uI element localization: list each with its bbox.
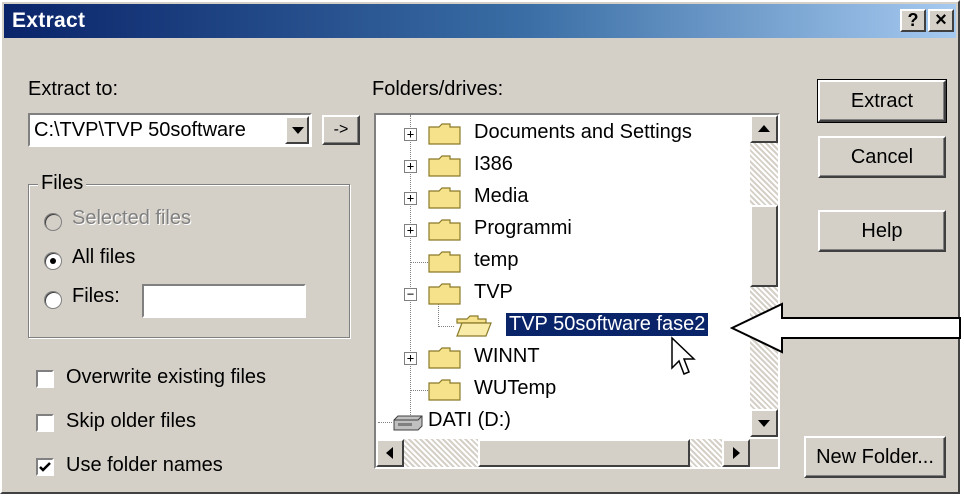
tree-item-dati-drive[interactable]: DATI (D:) bbox=[376, 406, 756, 438]
context-help-button[interactable]: ? bbox=[900, 9, 926, 32]
folder-icon bbox=[428, 219, 461, 241]
tree-item-tvp[interactable]: − TVP bbox=[376, 278, 756, 310]
expand-icon[interactable]: + bbox=[404, 160, 417, 173]
checkbox-use-folder-names[interactable] bbox=[36, 458, 54, 476]
tree-item-label-selected: TVP 50software fase2 bbox=[504, 312, 710, 337]
extract-button[interactable]: Extract bbox=[817, 79, 947, 123]
drive-icon bbox=[393, 415, 423, 431]
radio-dot-icon bbox=[50, 258, 56, 264]
collapse-icon[interactable]: − bbox=[404, 288, 417, 301]
checkbox-overwrite[interactable] bbox=[36, 370, 54, 388]
title-bar[interactable]: Extract ? × bbox=[4, 4, 956, 38]
scrollbar-corner bbox=[750, 439, 778, 467]
checkbox-overwrite-label: Overwrite existing files bbox=[66, 366, 267, 388]
radio-selected-files-label: Selected files bbox=[72, 207, 191, 229]
radio-files-label: Files: bbox=[72, 285, 120, 307]
tree-guide-line bbox=[410, 390, 428, 391]
open-folder-icon bbox=[456, 315, 492, 337]
tree-item-label: WUTemp bbox=[474, 377, 557, 399]
horizontal-scroll-thumb[interactable] bbox=[478, 439, 690, 467]
folder-icon bbox=[428, 283, 461, 305]
folder-icon bbox=[428, 187, 461, 209]
folders-drives-label: Folders/drives: bbox=[372, 78, 504, 100]
tree-guide-line bbox=[410, 262, 428, 263]
extract-dialog: Extract ? × Extract to: C:\TVP\TVP 50sof… bbox=[0, 0, 961, 494]
tree-item-i386[interactable]: + I386 bbox=[376, 150, 756, 182]
horizontal-scrollbar[interactable] bbox=[376, 439, 750, 467]
folder-icon bbox=[428, 251, 461, 273]
folder-icon bbox=[428, 347, 461, 369]
checkbox-skip-older-label: Skip older files bbox=[66, 410, 197, 432]
folder-icon bbox=[428, 123, 461, 145]
tree-item-documents-and-settings[interactable]: + Documents and Settings bbox=[376, 118, 756, 150]
tree-item-label: DATI (D:) bbox=[428, 409, 511, 431]
vertical-scroll-thumb[interactable] bbox=[750, 205, 778, 287]
radio-all-files-label: All files bbox=[72, 246, 136, 268]
extract-path-value: C:\TVP\TVP 50software bbox=[34, 119, 246, 141]
close-button[interactable]: × bbox=[928, 9, 954, 32]
tree-item-label: temp bbox=[474, 249, 519, 271]
chevron-down-icon[interactable] bbox=[285, 116, 309, 144]
scroll-right-arrow-icon[interactable] bbox=[722, 439, 750, 467]
scroll-up-arrow-icon[interactable] bbox=[750, 115, 778, 143]
mouse-cursor-icon bbox=[671, 336, 696, 375]
radio-files[interactable] bbox=[44, 291, 62, 309]
tree-item-label: TVP bbox=[474, 281, 513, 303]
go-to-path-button[interactable]: -> bbox=[322, 115, 360, 145]
vertical-scrollbar[interactable] bbox=[750, 115, 778, 437]
pointer-arrow-icon bbox=[730, 302, 961, 354]
tree-item-temp[interactable]: temp bbox=[376, 246, 756, 278]
new-folder-button[interactable]: New Folder... bbox=[804, 436, 946, 478]
tree-item-label: Programmi bbox=[474, 217, 572, 239]
window-title: Extract bbox=[12, 9, 86, 32]
folder-icon bbox=[428, 155, 461, 177]
expand-icon[interactable]: + bbox=[404, 192, 417, 205]
folder-icon bbox=[428, 379, 461, 401]
tree-item-label: I386 bbox=[474, 153, 513, 175]
tree-item-label: WINNT bbox=[474, 345, 540, 367]
expand-icon[interactable]: + bbox=[404, 224, 417, 237]
checkbox-use-folder-names-label: Use folder names bbox=[66, 454, 223, 476]
checkmark-icon bbox=[39, 462, 51, 472]
extract-path-combo[interactable]: C:\TVP\TVP 50software bbox=[28, 113, 312, 147]
radio-selected-files[interactable] bbox=[44, 213, 62, 231]
tree-item-programmi[interactable]: + Programmi bbox=[376, 214, 756, 246]
folder-tree[interactable]: + Documents and Settings + I386 + Media … bbox=[374, 113, 780, 469]
radio-all-files[interactable] bbox=[44, 252, 62, 270]
extract-to-label: Extract to: bbox=[28, 78, 119, 100]
files-pattern-input[interactable] bbox=[142, 284, 306, 318]
expand-icon[interactable]: + bbox=[404, 352, 417, 365]
scroll-down-arrow-icon[interactable] bbox=[750, 409, 778, 437]
help-button[interactable]: Help bbox=[818, 210, 946, 252]
files-group-title: Files bbox=[38, 172, 87, 195]
expand-icon[interactable]: + bbox=[404, 128, 417, 141]
tree-guide-line bbox=[378, 422, 392, 423]
tree-item-label: Media bbox=[474, 185, 529, 207]
cancel-button[interactable]: Cancel bbox=[818, 136, 946, 178]
checkbox-skip-older[interactable] bbox=[36, 414, 54, 432]
tree-item-label: Documents and Settings bbox=[474, 121, 692, 143]
scroll-left-arrow-icon[interactable] bbox=[376, 439, 404, 467]
tree-guide-line bbox=[438, 326, 454, 327]
tree-item-wutemp[interactable]: WUTemp bbox=[376, 374, 756, 406]
tree-item-media[interactable]: + Media bbox=[376, 182, 756, 214]
